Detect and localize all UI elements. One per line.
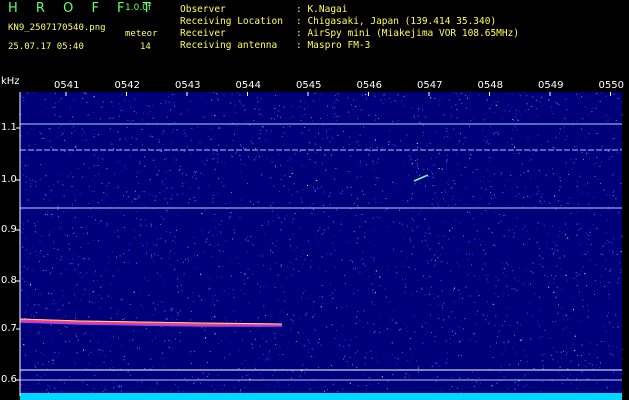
y-tick-label: 1.0 xyxy=(1,174,17,185)
x-tick-label: 0548 xyxy=(477,80,503,91)
x-tick-label: 0549 xyxy=(538,80,564,91)
x-tick-label: 0543 xyxy=(175,80,201,91)
y-tick-label: 0.7 xyxy=(1,323,17,334)
spectrogram-background xyxy=(20,92,622,396)
y-tick-label: 0.9 xyxy=(1,224,17,235)
y-tick-label: 1.1 xyxy=(1,122,17,133)
y-axis-ticks xyxy=(16,127,20,381)
spectrogram-plot xyxy=(16,92,623,400)
x-tick-label: 0546 xyxy=(356,80,382,91)
x-tick-label: 0550 xyxy=(598,80,624,91)
x-tick-label: 0547 xyxy=(417,80,443,91)
y-axis-unit: kHz xyxy=(1,76,20,87)
y-tick-label: 0.6 xyxy=(1,374,17,385)
x-tick-label: 0541 xyxy=(54,80,80,91)
x-tick-label: 0545 xyxy=(296,80,322,91)
x-tick-label: 0542 xyxy=(114,80,140,91)
y-tick-label: 0.8 xyxy=(1,275,17,286)
bottom-band xyxy=(20,393,622,400)
x-tick-label: 0544 xyxy=(235,80,261,91)
